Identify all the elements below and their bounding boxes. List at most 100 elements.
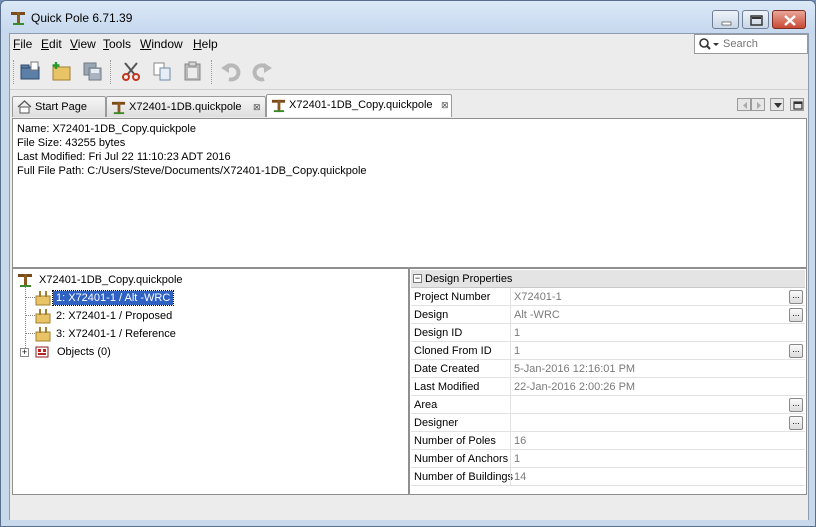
tab-x72401-1db-copy[interactable]: X72401-1DB_Copy.quickpole ⊠ <box>266 94 452 117</box>
tab-x72401-1db[interactable]: X72401-1DB.quickpole ⊠ <box>106 96 266 117</box>
property-value[interactable]: 1 <box>514 453 520 465</box>
property-divider <box>510 450 511 468</box>
undo-icon <box>221 63 241 82</box>
property-key: Number of Anchors <box>414 453 509 465</box>
tree-design-item[interactable]: 3: X72401-1 / Reference <box>35 325 235 343</box>
menu-help[interactable]: Help <box>193 37 218 51</box>
property-value[interactable]: Alt -WRC <box>514 309 560 321</box>
property-value[interactable]: 22-Jan-2016 2:00:26 PM <box>514 381 635 393</box>
property-key: Design <box>414 309 449 321</box>
menu-view[interactable]: View <box>70 37 96 51</box>
property-row[interactable]: Project Number X72401-1... <box>411 288 805 306</box>
property-key: Cloned From ID <box>414 345 492 357</box>
window-title: Quick Pole 6.71.39 <box>31 11 133 25</box>
property-value[interactable]: 14 <box>514 471 526 483</box>
property-row[interactable]: Designer... <box>411 414 805 432</box>
search-icon <box>699 38 719 50</box>
tab-close-icon[interactable]: ⊠ <box>441 100 449 111</box>
pole-icon <box>271 99 286 113</box>
project-tree: X72401-1DB_Copy.quickpole 1: X72401-1 / … <box>12 268 409 495</box>
search-input[interactable] <box>723 37 803 51</box>
property-row[interactable]: Design Alt -WRC... <box>411 306 805 324</box>
property-value[interactable]: 5-Jan-2016 12:16:01 PM <box>514 363 635 375</box>
property-value[interactable]: 1 <box>514 345 520 357</box>
undo-button[interactable] <box>218 58 244 84</box>
new-project-button[interactable] <box>48 58 74 84</box>
property-divider <box>510 342 511 360</box>
properties-title: Design Properties <box>425 273 513 285</box>
window-icon <box>793 101 803 110</box>
property-edit-button[interactable]: ... <box>789 398 803 412</box>
tree-design-item[interactable]: 2: X72401-1 / Proposed <box>35 307 235 325</box>
cut-button[interactable] <box>118 58 144 84</box>
menu-file[interactable]: File <box>13 37 32 51</box>
property-row[interactable]: Number of Anchors 1 <box>411 450 805 468</box>
properties-header[interactable]: − Design Properties <box>411 270 805 288</box>
pole-icon <box>11 12 25 25</box>
home-icon <box>17 100 32 114</box>
property-row[interactable]: Area... <box>411 396 805 414</box>
property-edit-button[interactable]: ... <box>789 308 803 322</box>
tab-list-button[interactable] <box>770 98 784 111</box>
tab-scroll-right-button[interactable] <box>751 98 765 111</box>
property-value[interactable]: 16 <box>514 435 526 447</box>
property-row[interactable]: Date Created 5-Jan-2016 12:16:01 PM <box>411 360 805 378</box>
design-folder-icon <box>35 327 51 342</box>
pole-icon <box>111 101 126 115</box>
menu-window[interactable]: Window <box>140 37 183 51</box>
file-info-panel: Name: X72401-1DB_Copy.quickpole File Siz… <box>12 118 807 268</box>
chevron-down-icon <box>774 103 782 108</box>
property-row[interactable]: Last Modified 22-Jan-2016 2:00:26 PM <box>411 378 805 396</box>
open-folder-button[interactable] <box>17 58 43 84</box>
maximize-editor-button[interactable] <box>790 98 804 111</box>
menu-tools[interactable]: Tools <box>103 37 131 51</box>
maximize-button[interactable] <box>742 10 769 29</box>
design-folder-icon <box>35 309 51 324</box>
tree-root[interactable]: X72401-1DB_Copy.quickpole <box>17 271 317 289</box>
expand-icon[interactable]: + <box>20 348 29 357</box>
property-edit-button[interactable]: ... <box>789 416 803 430</box>
save-button[interactable] <box>79 58 105 84</box>
property-row[interactable]: Design ID 1 <box>411 324 805 342</box>
property-row[interactable]: Number of Buildings 14 <box>411 468 805 486</box>
status-bar <box>10 496 808 520</box>
search-box[interactable] <box>694 34 808 54</box>
design-properties-panel: − Design Properties Project Number X72401… <box>409 268 807 495</box>
property-divider <box>510 360 511 378</box>
property-row[interactable]: Number of Poles 16 <box>411 432 805 450</box>
property-edit-button[interactable]: ... <box>789 344 803 358</box>
client-area: File Edit View Tools Window Help Search … <box>9 33 809 520</box>
menu-edit[interactable]: Edit <box>41 37 62 51</box>
file-name-text: Name: X72401-1DB_Copy.quickpole <box>17 123 196 135</box>
paste-button[interactable] <box>180 58 206 84</box>
property-divider <box>510 378 511 396</box>
toolbar-separator <box>110 60 111 84</box>
title-bar: Quick Pole 6.71.39 <box>1 1 815 33</box>
property-divider <box>510 414 511 432</box>
tab-start-page[interactable]: Start Page <box>12 96 106 117</box>
property-row[interactable]: Cloned From ID 1... <box>411 342 805 360</box>
tab-scroll-left-button[interactable] <box>737 98 751 111</box>
property-key: Number of Poles <box>414 435 496 447</box>
tree-objects[interactable]: + Objects (0) <box>17 343 217 361</box>
property-value[interactable]: X72401-1 <box>514 291 562 303</box>
file-size-text: File Size: 43255 bytes <box>17 137 126 149</box>
minimize-button[interactable] <box>712 10 739 29</box>
close-button[interactable] <box>772 10 806 29</box>
editor-tabs: Start Page X72401-1DB.quickpole ⊠ X72401… <box>10 92 808 117</box>
file-path-text: Full File Path: C:/Users/Steve/Documents… <box>17 165 367 177</box>
tab-close-icon[interactable]: ⊠ <box>253 102 261 113</box>
property-value[interactable]: 1 <box>514 327 520 339</box>
paste-icon <box>184 61 201 81</box>
property-divider <box>510 324 511 342</box>
open-folder-icon <box>20 61 40 80</box>
tree-design-item[interactable]: 1: X72401-1 / Alt -WRC <box>35 289 235 307</box>
collapse-icon[interactable]: − <box>413 274 422 283</box>
property-edit-button[interactable]: ... <box>789 290 803 304</box>
toolbar-separator <box>13 60 14 84</box>
copy-button[interactable] <box>149 58 175 84</box>
toolbar <box>10 54 808 90</box>
copy-icon <box>153 62 171 81</box>
redo-button[interactable] <box>249 58 275 84</box>
property-key: Last Modified <box>414 381 480 393</box>
